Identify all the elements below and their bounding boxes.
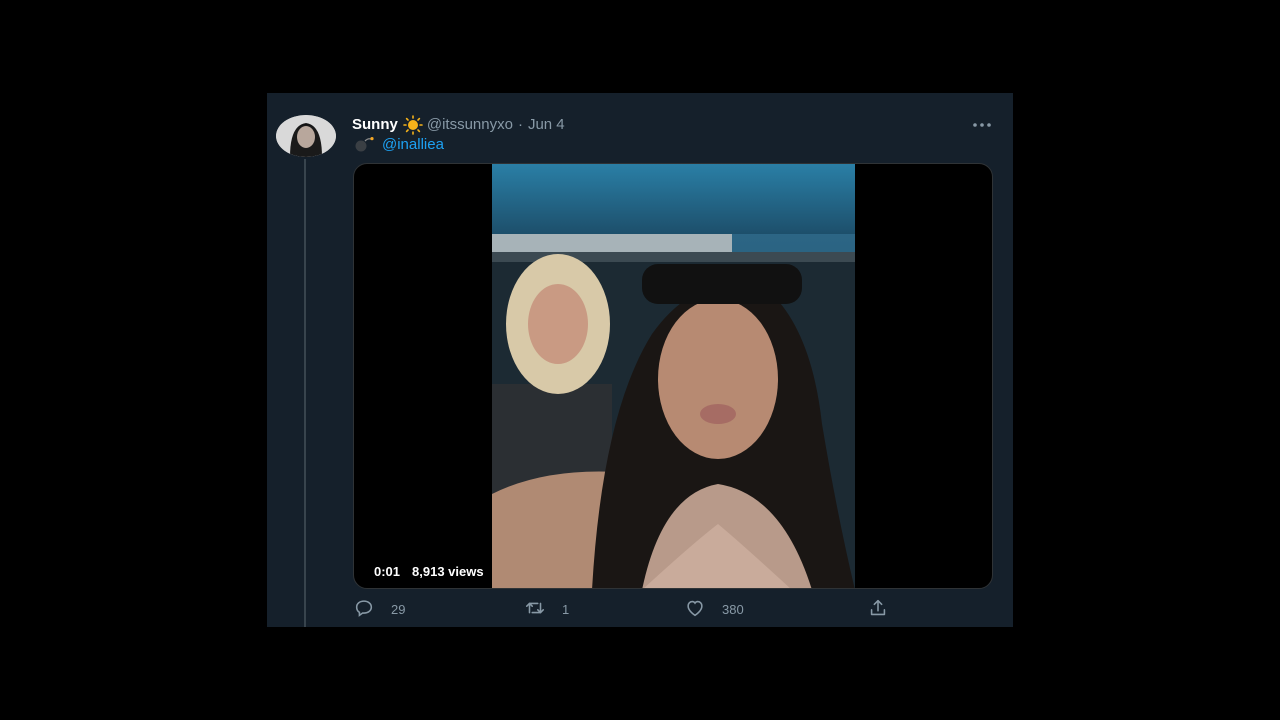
reply-button[interactable]: 29	[353, 598, 405, 620]
like-button[interactable]: 380	[684, 598, 744, 620]
reply-line: @inalliea	[352, 135, 444, 153]
more-horizontal-icon[interactable]	[970, 117, 994, 133]
sun-icon	[403, 115, 423, 135]
avatar[interactable]	[276, 115, 336, 157]
retweet-icon	[524, 597, 546, 622]
bomb-icon	[352, 136, 376, 152]
retweet-count: 1	[562, 601, 570, 617]
video-player[interactable]: 0:01 8,913 views	[353, 163, 993, 589]
user-handle[interactable]: @itssunnyxo	[427, 116, 513, 134]
video-views: 8,913 views	[412, 563, 484, 579]
tweet-card[interactable]: Sunny @itssunnyxo · Jun 4 @inalliea 0:01…	[267, 93, 1013, 627]
reply-count: 29	[391, 601, 406, 617]
video-frame[interactable]	[492, 164, 855, 588]
retweet-button[interactable]: 1	[524, 598, 569, 620]
tweet-actions: 29 1 380	[353, 598, 913, 620]
video-elapsed-time: 0:01	[374, 563, 401, 579]
tweet-header: Sunny @itssunnyxo · Jun 4	[352, 115, 565, 135]
heart-icon	[684, 597, 706, 622]
display-name[interactable]: Sunny	[352, 116, 398, 134]
mention-link[interactable]: @inalliea	[382, 136, 444, 153]
reply-icon	[353, 597, 375, 622]
video-info-badge: 0:01 8,913 views	[368, 561, 490, 581]
thread-line	[304, 159, 306, 627]
like-count: 380	[722, 601, 744, 617]
share-icon	[867, 597, 889, 622]
tweet-date[interactable]: Jun 4	[528, 116, 565, 134]
separator-dot: ·	[517, 116, 523, 133]
share-button[interactable]	[867, 598, 889, 620]
